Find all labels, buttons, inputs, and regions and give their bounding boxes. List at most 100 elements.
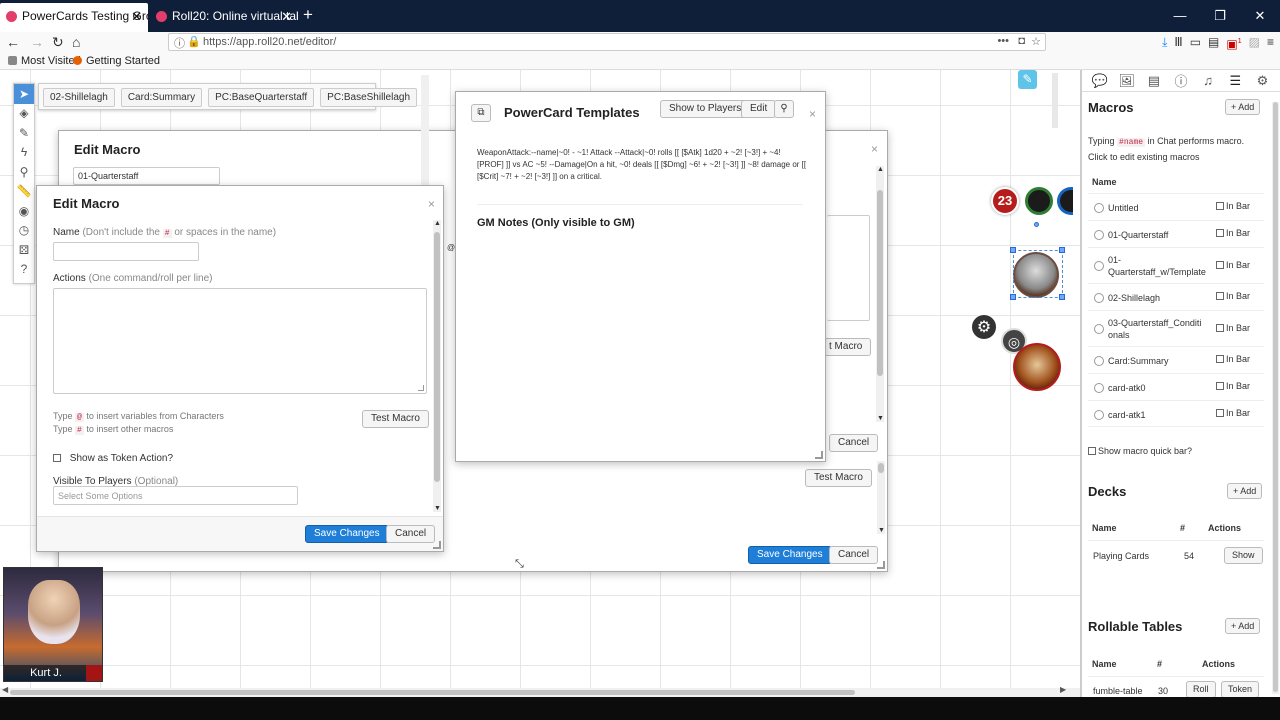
scroll-left-icon[interactable]: ◀ [2,685,8,694]
roll-table-button[interactable]: Roll [1186,681,1216,697]
settings-icon[interactable]: ⚙ [1250,73,1274,89]
bookmark-most-visited[interactable]: Most Visited [8,55,81,67]
zoom-tool-icon[interactable]: ⚲ [14,162,34,182]
close-icon[interactable]: × [428,197,435,211]
in-bar-toggle[interactable]: In Bar [1216,408,1250,418]
chat-icon[interactable]: 💬 [1088,73,1112,89]
sidebar-scrollbar[interactable] [1272,102,1279,694]
dialog-scrollbar[interactable]: ▼ [877,461,885,534]
player-avatar[interactable]: Kurt J. [3,567,103,682]
extension-icon[interactable]: ▨ [1249,32,1260,54]
dialog-scrollbar[interactable]: ▲ ▼ [433,220,441,512]
collections-icon[interactable]: ☰ [1223,73,1247,89]
close-tab-icon[interactable]: ✕ [281,3,292,30]
macro-name-field[interactable]: 01-Quarterstaff [73,167,220,185]
status-token-green[interactable] [1025,187,1053,215]
resize-handle[interactable] [1010,247,1016,253]
turn-tracker-icon[interactable]: ◷ [14,221,34,241]
macro-bar-button[interactable]: Card:Summary [120,88,203,107]
macro-row[interactable]: card-atk0 In Bar [1088,373,1264,400]
macro-name-input[interactable] [53,242,199,261]
handout-scrollbar[interactable]: ▲ ▼ [876,166,884,422]
jukebox-icon[interactable]: ♫ [1196,73,1220,88]
resize-grip[interactable] [815,451,823,459]
quick-bar-checkbox[interactable] [1088,447,1096,455]
add-table-button[interactable]: + Add [1225,618,1261,634]
macro-bar-button[interactable]: 02-Shillelagh [43,88,115,107]
close-window-icon[interactable]: ✕ [1240,0,1280,32]
cancel-button[interactable]: Cancel [386,525,436,543]
add-macro-button[interactable]: + Add [1225,99,1261,115]
in-bar-toggle[interactable]: In Bar [1216,381,1250,391]
actions-textarea-back[interactable] [827,215,870,321]
scroll-right-icon[interactable]: ▶ [1060,685,1066,694]
macro-row[interactable]: Card:Summary In Bar [1088,346,1264,373]
in-bar-toggle[interactable]: In Bar [1216,201,1250,211]
minimize-icon[interactable]: — [1160,0,1200,32]
bookmark-star-icon[interactable]: ☆ [1031,35,1041,48]
save-changes-button[interactable]: Save Changes [748,546,832,564]
show-deck-button[interactable]: Show [1224,547,1263,564]
page-actions-icon[interactable]: ••• [997,35,1009,47]
browser-tab-roll20[interactable]: Roll20: Online virtual tabletop ✕ [150,3,298,32]
edit-button[interactable]: Edit [741,100,777,118]
maximize-icon[interactable]: ❐ [1200,0,1240,32]
show-quick-bar-option[interactable]: Show macro quick bar? [1088,446,1192,456]
macro-row[interactable]: 01-Quarterstaff In Bar [1088,220,1264,247]
extension-badge-icon[interactable]: ▣1 [1226,32,1241,54]
macro-bar-button[interactable]: PC:BaseShillelagh [320,88,417,107]
add-deck-button[interactable]: + Add [1227,483,1263,499]
macro-actions-textarea[interactable] [53,288,427,394]
in-bar-toggle[interactable]: In Bar [1216,323,1250,333]
macro-row[interactable]: Untitled In Bar [1088,193,1264,220]
draw-tool-icon[interactable]: ✎ [14,123,34,143]
menu-icon[interactable]: ≡ [1267,32,1274,54]
token-action-checkbox[interactable] [53,454,61,462]
test-macro-button[interactable]: Test Macro [805,469,872,487]
number-token[interactable]: 23 [991,187,1019,215]
in-bar-toggle[interactable]: In Bar [1216,260,1250,270]
sidebar-icon[interactable]: ▭ [1190,32,1201,54]
skull-token[interactable] [1013,343,1061,391]
browser-tab-powercards[interactable]: PowerCards Testing Grounds | ✕ [0,3,148,32]
fx-tool-icon[interactable]: ϟ [14,143,34,163]
measure-tool-icon[interactable]: 📏 [14,182,34,202]
in-bar-toggle[interactable]: In Bar [1216,291,1250,301]
dice-icon[interactable]: ⚄ [14,240,34,260]
in-bar-toggle[interactable]: In Bar [1216,228,1250,238]
fog-tool-icon[interactable]: ◉ [14,201,34,221]
canvas-scrollbar[interactable] [1052,73,1058,128]
table-token-button[interactable]: Token [1221,681,1260,697]
library-icon[interactable]: Ⅲ [1174,32,1182,54]
info-icon[interactable]: ⓘ [174,35,185,51]
close-tab-icon[interactable]: ✕ [131,3,142,30]
search-icon[interactable]: ⚲ [774,100,794,118]
save-changes-button[interactable]: Save Changes [305,525,389,543]
compendium-icon[interactable]: ⓘ [1169,71,1193,90]
in-bar-toggle[interactable]: In Bar [1216,354,1250,364]
pocket-icon[interactable]: ◘ [1018,35,1025,47]
forward-icon[interactable]: → [30,32,44,52]
download-icon[interactable]: ⤓ [1162,32,1167,54]
help-icon[interactable]: ? [14,260,34,280]
resize-grip[interactable] [433,541,441,549]
show-to-players-button[interactable]: Show to Players [660,100,751,118]
resize-handle[interactable] [1010,294,1016,300]
macro-row[interactable]: 01-Quarterstaff_w/Template In Bar [1088,247,1264,283]
back-icon[interactable]: ← [6,32,20,52]
test-macro-button[interactable]: Test Macro [362,410,429,428]
bookmark-getting-started[interactable]: Getting Started [73,55,160,67]
rotate-handle[interactable] [1034,222,1039,227]
canvas-horizontal-scrollbar[interactable]: ◀ ▶ [0,685,1080,697]
visible-players-select[interactable]: Select Some Options [53,486,298,505]
layers-tool-icon[interactable]: ◈ [14,104,34,124]
journal-icon[interactable]: ▤ [1142,73,1166,89]
art-library-icon[interactable]: 🖼 [1115,73,1139,89]
close-icon[interactable]: × [871,142,878,156]
macro-row[interactable]: card-atk1 In Bar [1088,400,1264,427]
synced-tabs-icon[interactable]: ▤ [1208,32,1219,54]
close-icon[interactable]: × [809,107,816,121]
resize-handle[interactable] [1059,294,1065,300]
new-tab-icon[interactable]: + [303,5,313,25]
home-icon[interactable]: ⌂ [72,32,80,52]
